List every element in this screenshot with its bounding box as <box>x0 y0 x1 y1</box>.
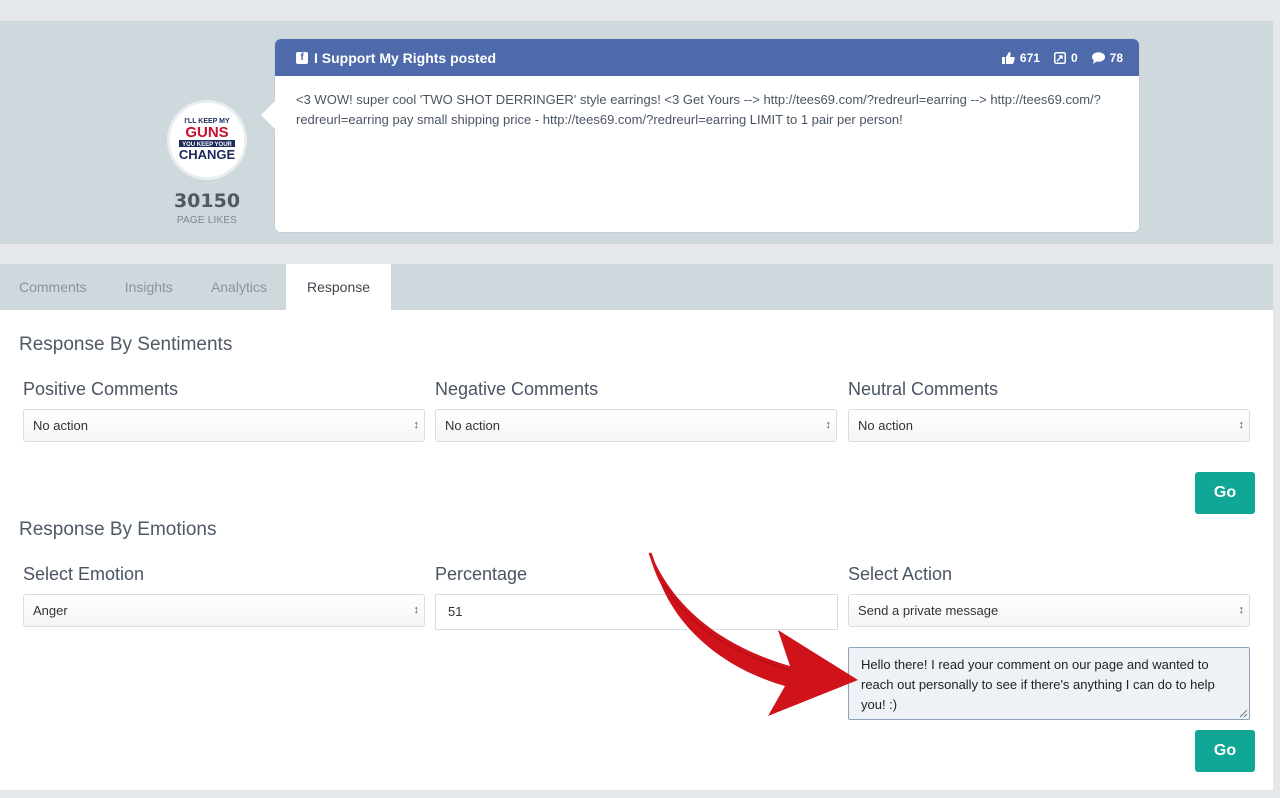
resize-grip-icon[interactable] <box>1239 709 1247 717</box>
emotions-go-button[interactable]: Go <box>1195 730 1255 772</box>
select-arrows-icon: ↕ <box>1238 604 1245 616</box>
page-profile: I'LL KEEP MY GUNS YOU KEEP YOUR CHANGE 3… <box>163 100 251 226</box>
shares-count: 0 <box>1070 50 1078 65</box>
shares-stat: 0 <box>1053 50 1078 65</box>
page-avatar[interactable]: I'LL KEEP MY GUNS YOU KEEP YOUR CHANGE <box>167 100 247 180</box>
svg-text:CHANGE: CHANGE <box>179 147 236 162</box>
positive-action-value: No action <box>33 418 88 433</box>
svg-text:GUNS: GUNS <box>185 124 228 141</box>
neutral-action-select[interactable]: No action ↕ <box>848 409 1250 442</box>
thumbs-up-icon <box>1001 51 1015 64</box>
sentiments-go-button[interactable]: Go <box>1195 472 1255 514</box>
select-arrows-icon: ↕ <box>1238 419 1245 431</box>
emotion-value: Anger <box>33 603 68 618</box>
select-action-label: Select Action <box>848 564 953 584</box>
action-value: Send a private message <box>858 603 999 618</box>
negative-comments-label: Negative Comments <box>435 379 599 399</box>
tab-comments[interactable]: Comments <box>0 264 106 310</box>
select-emotion-label: Select Emotion <box>23 564 145 584</box>
negative-action-select[interactable]: No action ↕ <box>435 409 837 442</box>
likes-stat: 671 <box>1001 50 1040 65</box>
positive-action-select[interactable]: No action ↕ <box>23 409 425 442</box>
post-author[interactable]: I Support My Rights posted <box>314 50 988 66</box>
select-arrows-icon: ↕ <box>413 604 420 616</box>
likes-count: 671 <box>1019 50 1040 65</box>
private-message-text: Hello there! I read your comment on our … <box>861 657 1215 712</box>
percentage-input[interactable]: 51 <box>435 594 838 630</box>
post-card: f I Support My Rights posted 671 0 78 <3… <box>261 39 1139 232</box>
sentiments-title: Response By Sentiments <box>19 334 233 355</box>
emotions-title: Response By Emotions <box>19 519 217 540</box>
action-select[interactable]: Send a private message ↕ <box>848 594 1250 627</box>
share-icon <box>1053 51 1066 64</box>
negative-action-value: No action <box>445 418 500 433</box>
emotion-select[interactable]: Anger ↕ <box>23 594 425 627</box>
percentage-label: Percentage <box>435 564 528 584</box>
post-text: <3 WOW! super cool 'TWO SHOT DERRINGER' … <box>296 92 1101 127</box>
tab-bar: Comments Insights Analytics Response <box>0 264 1273 310</box>
neutral-comments-label: Neutral Comments <box>848 379 999 399</box>
page-logo: I'LL KEEP MY GUNS YOU KEEP YOUR CHANGE <box>170 103 244 177</box>
post-stats: 671 0 78 <box>988 51 1123 65</box>
tab-analytics[interactable]: Analytics <box>192 264 286 310</box>
response-panel: Response By Sentiments Positive Comments… <box>0 310 1273 790</box>
neutral-action-value: No action <box>858 418 913 433</box>
page-likes-label: PAGE LIKES <box>176 215 238 226</box>
page-likes-count: 30150 <box>173 190 241 212</box>
facebook-icon: f <box>296 51 308 64</box>
comment-icon <box>1091 51 1105 64</box>
comments-stat: 78 <box>1091 50 1123 65</box>
select-arrows-icon: ↕ <box>825 419 832 431</box>
comments-count: 78 <box>1109 50 1123 65</box>
select-arrows-icon: ↕ <box>413 419 420 431</box>
tab-insights[interactable]: Insights <box>106 264 192 310</box>
private-message-textarea[interactable]: Hello there! I read your comment on our … <box>848 647 1250 720</box>
positive-comments-label: Positive Comments <box>23 379 179 399</box>
tab-response[interactable]: Response <box>285 264 392 310</box>
post-header: f I Support My Rights posted 671 0 78 <box>275 39 1139 76</box>
post-area: I'LL KEEP MY GUNS YOU KEEP YOUR CHANGE 3… <box>0 21 1273 244</box>
